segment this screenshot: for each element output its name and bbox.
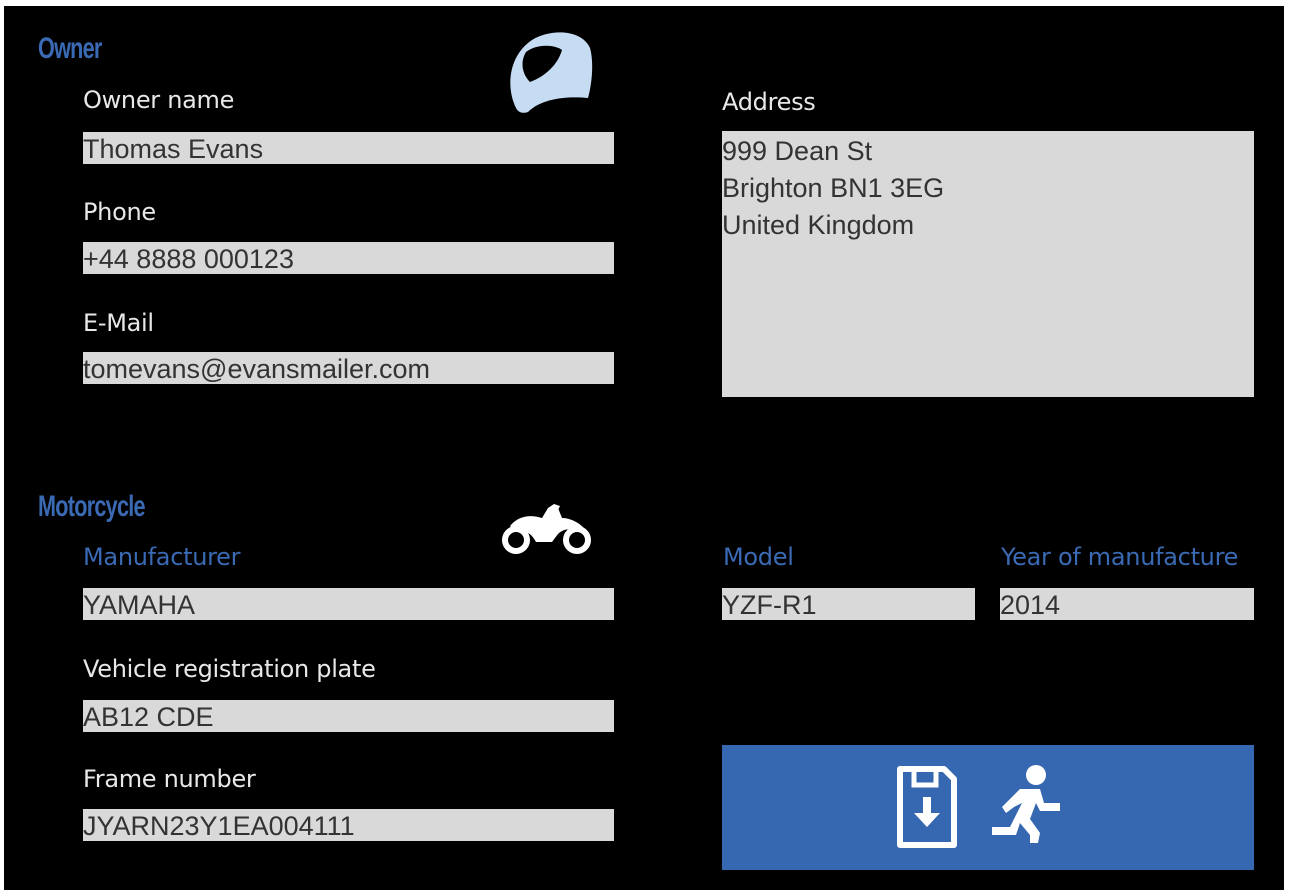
- year-field[interactable]: 2014: [1000, 588, 1254, 620]
- address-label: Address: [722, 88, 816, 116]
- window-edge-top: [0, 0, 1290, 6]
- model-label: Model: [723, 543, 794, 571]
- email-label: E-Mail: [83, 309, 154, 337]
- phone-label: Phone: [83, 198, 156, 226]
- window-edge-left: [0, 0, 4, 890]
- exit-running-man-icon: [990, 763, 1072, 851]
- save-icon: [896, 765, 958, 853]
- manufacturer-label: Manufacturer: [83, 543, 241, 571]
- owner-name-field[interactable]: Thomas Evans: [83, 132, 614, 164]
- save-and-exit-button[interactable]: [722, 745, 1254, 870]
- frame-number-label: Frame number: [83, 765, 256, 793]
- phone-field[interactable]: +44 8888 000123: [83, 242, 614, 274]
- motorcycle-icon: [500, 504, 594, 560]
- motorcycle-registration-form: Owner Owner name Thomas Evans Phone +44 …: [0, 0, 1290, 890]
- year-label: Year of manufacture: [1001, 543, 1239, 571]
- owner-section-title: Owner: [38, 32, 102, 65]
- email-field[interactable]: tomevans@evansmailer.com: [83, 352, 614, 384]
- address-field[interactable]: 999 Dean St Brighton BN1 3EG United King…: [722, 131, 1254, 397]
- helmet-icon: [502, 26, 594, 122]
- owner-name-label: Owner name: [83, 86, 235, 114]
- plate-field[interactable]: AB12 CDE: [83, 700, 614, 732]
- motorcycle-section-title: Motorcycle: [38, 490, 146, 523]
- model-field[interactable]: YZF-R1: [722, 588, 975, 620]
- window-edge-right: [1284, 0, 1290, 890]
- manufacturer-field[interactable]: YAMAHA: [83, 588, 614, 620]
- plate-label: Vehicle registration plate: [83, 655, 376, 683]
- frame-number-field[interactable]: JYARN23Y1EA004111: [83, 809, 614, 841]
